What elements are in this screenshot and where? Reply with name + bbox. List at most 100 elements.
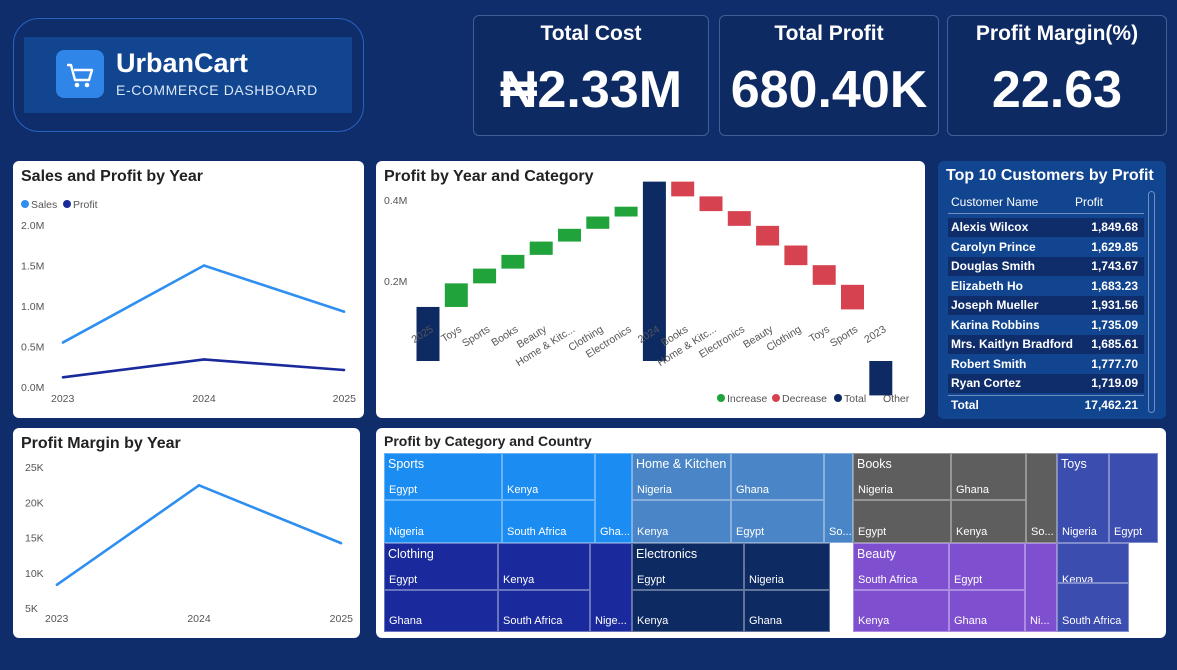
y-tick: 1.0M xyxy=(21,301,44,313)
treemap-cell[interactable]: Nige... xyxy=(590,543,632,632)
treemap-cell[interactable]: Egypt xyxy=(853,500,951,543)
legend-decrease-dot xyxy=(772,394,780,402)
legend-total-dot xyxy=(834,394,842,402)
table-row[interactable]: Karina Robbins 1,735.09 xyxy=(948,316,1144,335)
waterfall-bar[interactable] xyxy=(699,196,723,212)
treemap-cell[interactable]: Ghana xyxy=(384,590,498,632)
x-tick: Toys xyxy=(807,323,832,345)
waterfall-bar[interactable] xyxy=(444,283,468,307)
data-point xyxy=(55,583,59,587)
kpi-total-cost: Total Cost ₦2.33M xyxy=(473,15,709,136)
waterfall-bar[interactable] xyxy=(614,206,638,217)
treemap-cell[interactable]: Egypt xyxy=(1109,453,1158,543)
data-point xyxy=(342,310,346,313)
country-label: Nige... xyxy=(595,615,627,627)
profit-margin-chart: Profit Margin by Year 5K 10K 15K 20K 25K 2023… xyxy=(13,428,360,638)
waterfall-bar[interactable] xyxy=(671,181,695,197)
table-row[interactable]: Elizabeth Ho 1,683.23 xyxy=(948,277,1144,296)
treemap-cell[interactable]: Nigeria xyxy=(384,500,502,543)
treemap-cell[interactable]: Ghana xyxy=(731,453,824,500)
customer-name: Ryan Cortez xyxy=(951,376,1022,390)
category-label: Toys xyxy=(1061,457,1087,471)
x-tick: 2023 xyxy=(45,613,69,625)
brand-panel: UrbanCart E-COMMERCE DASHBOARD xyxy=(13,18,364,132)
y-tick: 0.4M xyxy=(384,195,407,207)
customer-name: Robert Smith xyxy=(951,356,1027,371)
sales-profit-chart: Sales and Profit by Year Sales Profit 0.… xyxy=(13,161,364,418)
y-tick: 0.0M xyxy=(21,382,44,394)
treemap-cell[interactable]: Ghana xyxy=(949,590,1025,632)
waterfall-bar[interactable] xyxy=(812,265,836,285)
treemap-cell[interactable]: Kenya xyxy=(951,500,1026,543)
treemap-cell[interactable]: So... xyxy=(824,453,853,543)
treemap-cell[interactable]: Egypt xyxy=(949,543,1025,590)
data-point xyxy=(202,358,206,361)
treemap-cell[interactable]: Kenya xyxy=(1057,543,1129,583)
waterfall-bar[interactable] xyxy=(869,361,893,396)
table-row[interactable]: Joseph Mueller 1,931.56 xyxy=(948,296,1144,315)
waterfall-bar[interactable] xyxy=(501,254,525,269)
treemap-cell[interactable]: So... xyxy=(1026,453,1057,543)
country-label: Ghana xyxy=(736,484,770,496)
country-label: Kenya xyxy=(858,615,890,627)
kpi-title: Total Cost xyxy=(540,22,642,45)
treemap-cell[interactable]: South Africa xyxy=(498,590,590,632)
treemap-cell[interactable]: Ni... xyxy=(1025,543,1057,632)
category-label: Electronics xyxy=(636,547,698,561)
country-label: Gha... xyxy=(600,526,630,538)
legend-other: Other xyxy=(883,393,910,405)
waterfall-bar[interactable] xyxy=(756,225,780,246)
waterfall-bar[interactable] xyxy=(558,228,581,242)
country-label: Kenya xyxy=(956,526,988,538)
table-row[interactable]: Alexis Wilcox 1,849.68 xyxy=(948,218,1144,237)
country-label: So... xyxy=(829,526,852,538)
category-label: Books xyxy=(857,457,892,471)
customer-name: Alexis Wilcox xyxy=(951,220,1029,234)
treemap-cell[interactable]: South Africa xyxy=(502,500,595,543)
country-label: Nigeria xyxy=(749,574,784,586)
country-label: Egypt xyxy=(1114,526,1143,538)
country-label: Nigeria xyxy=(1062,526,1097,538)
treemap-cell[interactable]: Kenya xyxy=(502,453,595,500)
country-label: Kenya xyxy=(507,484,539,496)
treemap-cell[interactable]: Ghana xyxy=(951,453,1026,500)
waterfall-bar[interactable] xyxy=(586,216,610,229)
col-header-name[interactable]: Customer Name xyxy=(951,195,1038,209)
table-row[interactable]: Mrs. Kaitlyn Bradford 1,685.61 xyxy=(948,335,1144,354)
treemap-cell[interactable]: Kenya xyxy=(853,590,949,632)
legend-sales-dot xyxy=(21,200,29,208)
country-label: Egypt xyxy=(637,574,666,586)
table-total-row: Total 17,462.21 xyxy=(948,394,1144,414)
waterfall-bar[interactable] xyxy=(841,284,864,310)
treemap-cell[interactable]: South Africa xyxy=(1057,583,1129,632)
waterfall-bar[interactable] xyxy=(784,245,808,266)
waterfall-bar[interactable] xyxy=(473,268,497,284)
treemap-cell[interactable]: Egypt xyxy=(731,500,824,543)
treemap-cell[interactable]: Gha... xyxy=(595,453,632,543)
table-row[interactable]: Ryan Cortez 1,719.09 xyxy=(948,374,1144,393)
treemap-cell[interactable]: Ghana xyxy=(744,590,830,632)
country-label: Egypt xyxy=(389,574,418,586)
table-row[interactable]: Carolyn Prince 1,629.85 xyxy=(948,238,1144,257)
x-tick: Books xyxy=(489,323,520,349)
treemap-cell[interactable]: Kenya xyxy=(632,500,731,543)
col-header-profit[interactable]: Profit xyxy=(1075,195,1103,209)
kpi-value: 680.40K xyxy=(730,61,928,119)
waterfall-bar[interactable] xyxy=(529,241,553,255)
table-row[interactable]: Robert Smith 1,777.70 xyxy=(948,355,1144,374)
customer-name: Elizabeth Ho xyxy=(951,278,1024,293)
total-value: 17,462.21 xyxy=(1084,397,1138,412)
treemap-cell[interactable]: Nigeria xyxy=(744,543,830,590)
treemap-cell[interactable]: Kenya xyxy=(632,590,744,632)
customer-profit: 1,683.23 xyxy=(1091,278,1138,293)
waterfall-bar[interactable] xyxy=(727,211,751,226)
treemap-cell[interactable]: Kenya xyxy=(498,543,590,590)
kpi-value: ₦2.33M xyxy=(499,61,683,119)
kpi-title: Total Profit xyxy=(774,22,884,45)
data-point xyxy=(197,484,201,487)
table-row[interactable]: Douglas Smith 1,743.67 xyxy=(948,257,1144,276)
series-line xyxy=(56,483,342,586)
country-label: Ghana xyxy=(954,615,988,627)
data-point xyxy=(342,368,346,372)
table-scrollbar[interactable] xyxy=(1148,191,1155,413)
